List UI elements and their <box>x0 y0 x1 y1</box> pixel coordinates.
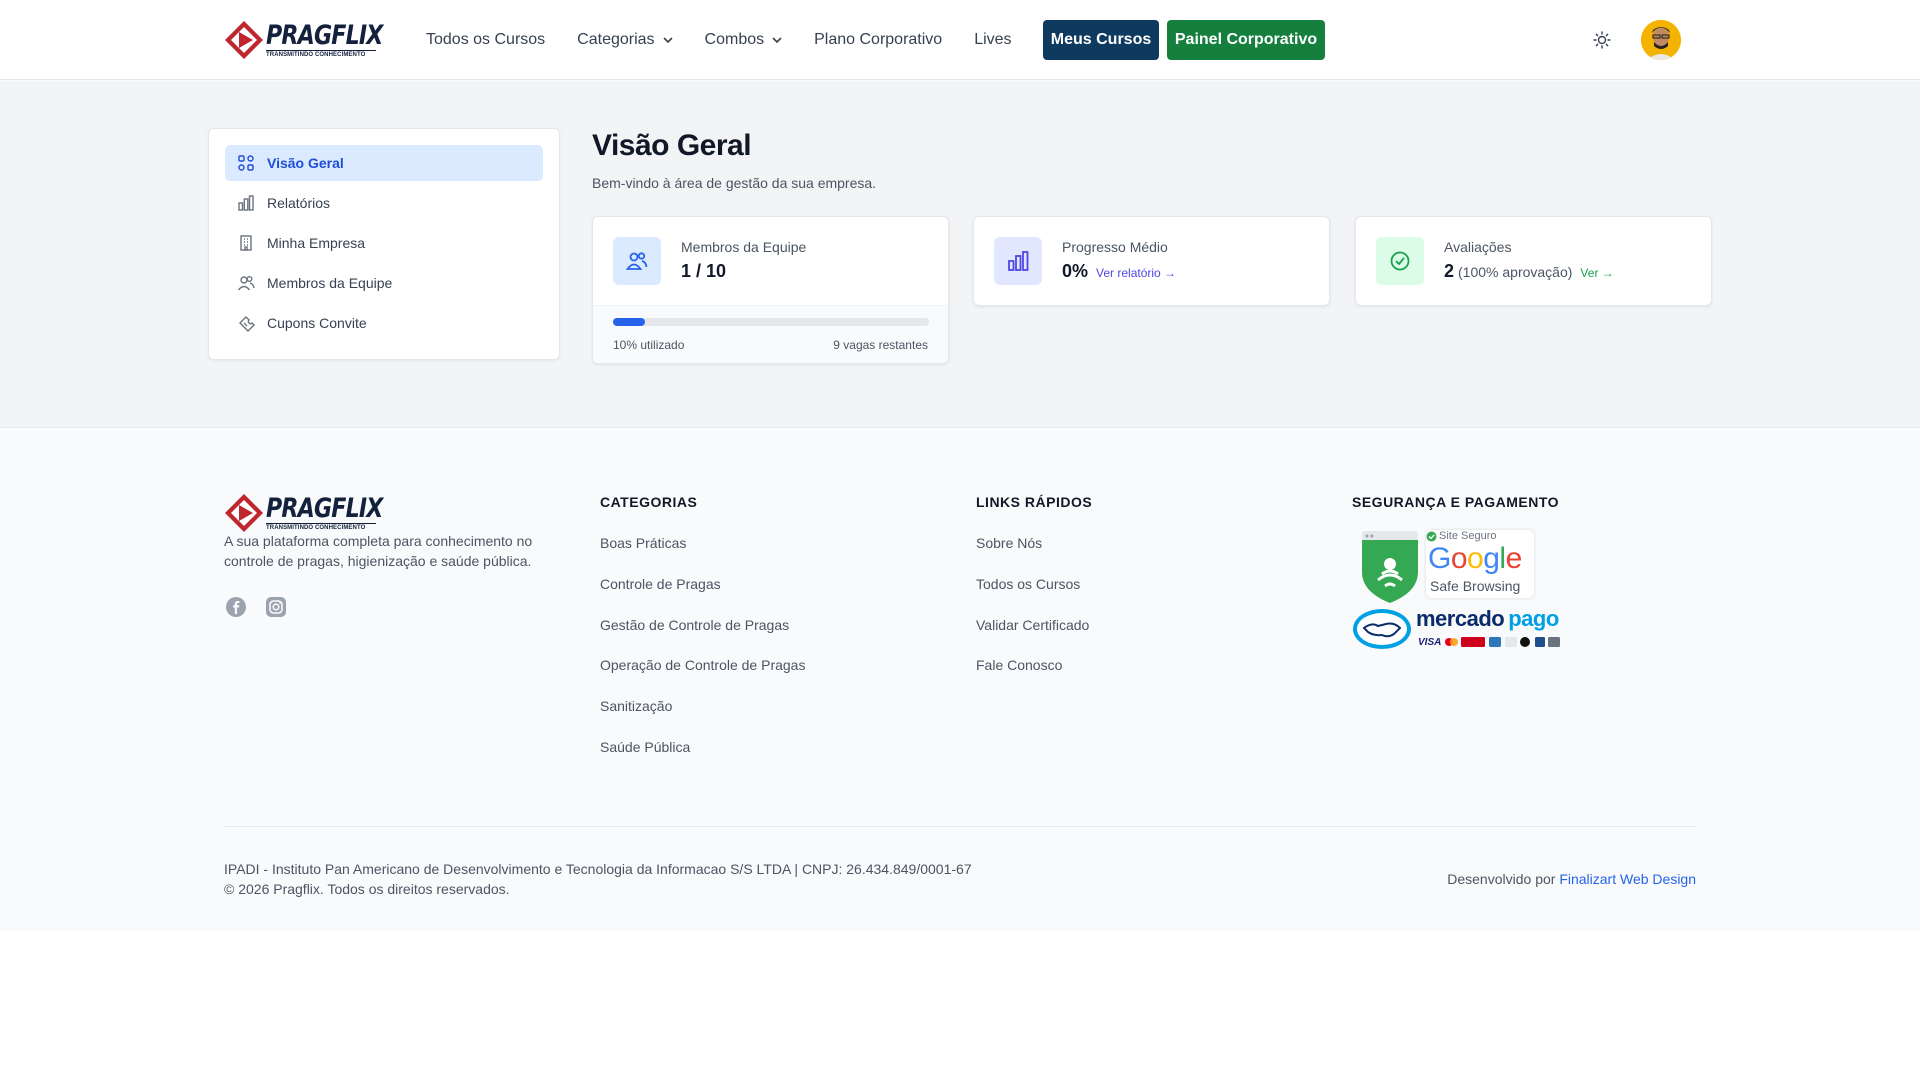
footer-developer: Desenvolvido por Finalizart Web Design <box>1447 871 1696 887</box>
footer-description: A sua plataforma completa para conhecime… <box>224 533 533 569</box>
footer-divider <box>224 826 1696 827</box>
sun-icon[interactable] <box>1592 30 1612 50</box>
bar-chart-icon <box>238 195 254 211</box>
painel-corporativo-button[interactable]: Painel Corporativo <box>1167 20 1325 60</box>
progress-remaining-text: 9 vagas restantes <box>833 338 928 352</box>
sidebar-item-membros-da-equipe[interactable]: Membros da Equipe <box>225 265 543 301</box>
ver-avaliacoes-link[interactable]: Ver → <box>1580 266 1613 280</box>
brand-tagline: TRANSMITINDO CONHECIMENTO <box>266 523 376 531</box>
site-seguro-label: Site Seguro <box>1426 530 1496 542</box>
members-icon-box <box>613 237 661 285</box>
ratings-icon-box <box>1376 237 1424 285</box>
nav-lives[interactable]: Lives <box>974 31 1011 49</box>
chevron-down-icon <box>772 37 782 44</box>
footer-link-gestao-controle[interactable]: Gestão de Controle de Pragas <box>600 617 789 633</box>
google-wordmark: Google <box>1428 542 1522 575</box>
ratings-label: Avaliações <box>1444 239 1512 255</box>
footer-link-validar-certificado[interactable]: Validar Certificado <box>976 617 1089 633</box>
page-subtitle: Bem-vindo à área de gestão da sua empres… <box>592 175 877 191</box>
members-progress-bar <box>613 318 929 326</box>
footer-copyright: © 2026 Pragflix. Todos os direitos reser… <box>224 881 510 897</box>
brand-name: PRAGFLIX <box>266 493 383 524</box>
page-title: Visão Geral <box>592 129 752 162</box>
brand-tagline: TRANSMITINDO CONHECIMENTO <box>266 50 376 58</box>
handshake-icon <box>1353 609 1411 649</box>
sidebar-item-minha-empresa[interactable]: Minha Empresa <box>225 225 543 261</box>
footer-link-boas-praticas[interactable]: Boas Práticas <box>600 535 686 551</box>
members-progress-fill <box>613 318 645 326</box>
ratings-value-row: 2 (100% aprovação) Ver → <box>1444 261 1614 282</box>
meus-cursos-button[interactable]: Meus Cursos <box>1043 20 1159 60</box>
footer-link-sobre-nos[interactable]: Sobre Nós <box>976 535 1042 551</box>
logo-play-icon <box>225 494 263 532</box>
footer-categories-title: CATEGORIAS <box>600 494 698 510</box>
ver-relatorio-link[interactable]: Ver relatório → <box>1096 266 1176 280</box>
progress-icon-box <box>994 237 1042 285</box>
user-avatar[interactable] <box>1641 20 1681 60</box>
members-value: 1 / 10 <box>681 261 727 281</box>
progress-value-row: 0% Ver relatório → <box>1062 261 1176 282</box>
nav-combos[interactable]: Combos <box>705 31 783 49</box>
sidebar-item-visao-geral[interactable]: Visão Geral <box>225 145 543 181</box>
ratings-value: 2 <box>1444 261 1455 281</box>
ratings-card: Avaliações 2 (100% aprovação) Ver → <box>1355 216 1712 306</box>
sidebar-item-cupons-convite[interactable]: Cupons Convite <box>225 305 543 341</box>
nav-categorias[interactable]: Categorias <box>577 31 673 49</box>
footer-link-todos-os-cursos[interactable]: Todos os Cursos <box>976 576 1080 592</box>
footer-link-sanitizacao[interactable]: Sanitização <box>600 698 672 714</box>
sidebar: Visão Geral Relatórios Minha Empresa Mem… <box>208 128 560 360</box>
dashboard-area: Visão Geral Relatórios Minha Empresa Mem… <box>0 81 1920 428</box>
nav-todos-os-cursos[interactable]: Todos os Cursos <box>426 31 545 49</box>
ticket-icon <box>239 316 255 332</box>
footer-security-title: SEGURANÇA E PAGAMENTO <box>1352 494 1560 510</box>
grid-icon <box>238 155 254 171</box>
footer-link-fale-conosco[interactable]: Fale Conosco <box>976 657 1062 673</box>
main-nav: Todos os Cursos Categorias Combos Plano … <box>426 20 1044 60</box>
google-safe-browsing-badge[interactable]: Site Seguro Google Safe Browsing <box>1360 530 1534 604</box>
payment-cards-row: VISA <box>1418 636 1563 648</box>
footer-quick-links-title: LINKS RÁPIDOS <box>976 494 1093 510</box>
site-header: PRAGFLIX TRANSMITINDO CONHECIMENTO Todos… <box>0 0 1920 80</box>
progress-card: Progresso Médio 0% Ver relatório → <box>973 216 1330 306</box>
mercado-pago-wordmark: mercado pago <box>1416 606 1559 631</box>
shield-icon <box>1362 531 1418 603</box>
footer-link-controle-de-pragas[interactable]: Controle de Pragas <box>600 576 721 592</box>
footer-link-saude-publica[interactable]: Saúde Pública <box>600 739 690 755</box>
progress-used-text: 10% utilizado <box>613 338 685 352</box>
footer-logo[interactable]: PRAGFLIX TRANSMITINDO CONHECIMENTO <box>224 493 408 533</box>
members-card: Membros da Equipe 1 / 10 10% utilizado 9… <box>592 216 949 364</box>
brand-logo[interactable]: PRAGFLIX TRANSMITINDO CONHECIMENTO <box>224 20 408 60</box>
users-icon <box>625 252 648 270</box>
progress-label: Progresso Médio <box>1062 239 1168 255</box>
brand-name: PRAGFLIX <box>266 20 383 51</box>
check-circle-icon <box>1390 251 1410 271</box>
site-footer: PRAGFLIX TRANSMITINDO CONHECIMENTO A sua… <box>0 429 1920 931</box>
ratings-approval: (100% aprovação) <box>1458 264 1573 280</box>
building-icon <box>240 235 252 251</box>
chevron-down-icon <box>662 37 673 44</box>
bar-chart-icon <box>1008 251 1029 271</box>
finalizart-link[interactable]: Finalizart Web Design <box>1559 871 1696 887</box>
mercado-pago-badge[interactable]: mercado pago VISA <box>1352 608 1572 652</box>
sidebar-item-relatorios[interactable]: Relatórios <box>225 185 543 221</box>
users-icon <box>237 276 255 291</box>
nav-plano-corporativo[interactable]: Plano Corporativo <box>814 31 942 49</box>
safe-browsing-label: Safe Browsing <box>1430 578 1521 594</box>
check-badge-icon <box>1426 531 1437 541</box>
avatar-person-icon <box>1641 20 1681 60</box>
footer-legal-text: IPADI - Instituto Pan Americano de Desen… <box>224 861 972 877</box>
progress-value: 0% <box>1062 261 1089 281</box>
visa-logo: VISA <box>1418 636 1442 648</box>
footer-link-operacao-controle[interactable]: Operação de Controle de Pragas <box>600 657 805 673</box>
members-label: Membros da Equipe <box>681 239 807 255</box>
card-brands-icon <box>1445 637 1561 647</box>
instagram-icon[interactable] <box>265 596 287 618</box>
members-progress-area: 10% utilizado 9 vagas restantes <box>593 305 948 363</box>
logo-play-icon <box>225 21 263 59</box>
facebook-icon[interactable] <box>225 596 247 618</box>
